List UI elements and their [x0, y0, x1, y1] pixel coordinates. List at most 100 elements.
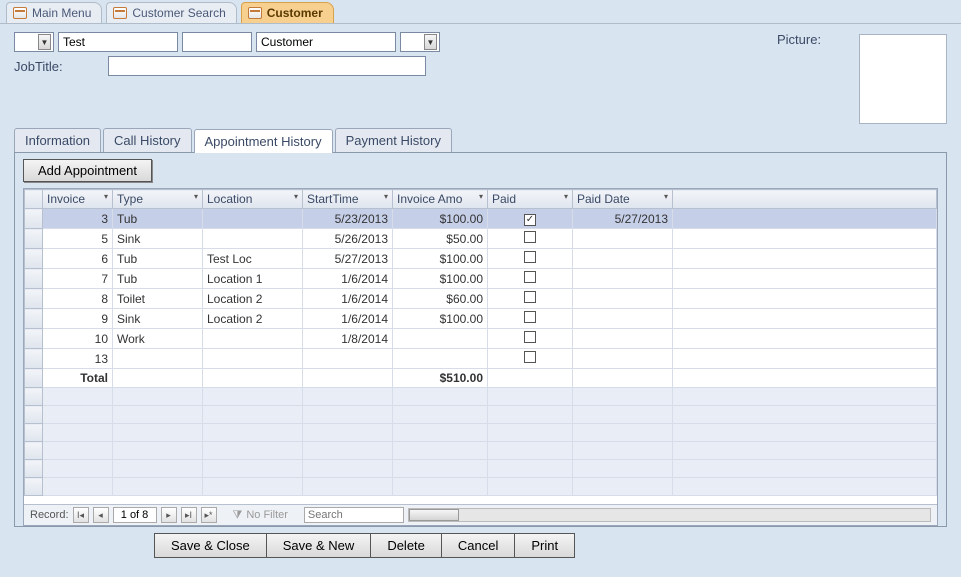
cell-invoice[interactable]: 8	[43, 289, 113, 309]
col-invoice-amount[interactable]: Invoice Amo▾	[393, 190, 488, 209]
save-close-button[interactable]: Save & Close	[154, 533, 266, 558]
cell-amount[interactable]: $100.00	[393, 209, 488, 229]
row-selector[interactable]	[25, 349, 43, 369]
row-selector[interactable]	[25, 289, 43, 309]
cell-paid-date[interactable]	[573, 269, 673, 289]
cell-amount[interactable]: $50.00	[393, 229, 488, 249]
cell-paid[interactable]	[488, 349, 573, 369]
row-selector[interactable]	[25, 269, 43, 289]
cell-starttime[interactable]: 5/26/2013	[303, 229, 393, 249]
cell-paid[interactable]	[488, 249, 573, 269]
cell-location[interactable]	[203, 229, 303, 249]
tab-call-history[interactable]: Call History	[103, 128, 191, 152]
cell-type[interactable]	[113, 349, 203, 369]
cell-amount[interactable]: $100.00	[393, 269, 488, 289]
table-row[interactable]: 9SinkLocation 21/6/2014$100.00	[25, 309, 937, 329]
cell-type[interactable]: Sink	[113, 309, 203, 329]
cell-starttime[interactable]: 1/6/2014	[303, 269, 393, 289]
doc-tab-customer[interactable]: Customer	[241, 2, 334, 23]
cell-paid-date[interactable]	[573, 309, 673, 329]
horizontal-scrollbar[interactable]	[408, 508, 931, 522]
nav-last-button[interactable]: ▸I	[181, 507, 197, 523]
job-title-input[interactable]	[108, 56, 426, 76]
cell-location[interactable]	[203, 349, 303, 369]
nav-first-button[interactable]: I◂	[73, 507, 89, 523]
cell-invoice[interactable]: 3	[43, 209, 113, 229]
checkbox-icon[interactable]	[524, 291, 536, 303]
col-invoice[interactable]: Invoice▾	[43, 190, 113, 209]
cell-type[interactable]: Sink	[113, 229, 203, 249]
cell-paid[interactable]	[488, 309, 573, 329]
select-all-corner[interactable]	[25, 190, 43, 209]
table-row[interactable]: 6TubTest Loc5/27/2013$100.00	[25, 249, 937, 269]
row-selector[interactable]	[25, 309, 43, 329]
checkbox-icon[interactable]	[524, 251, 536, 263]
cell-starttime[interactable]: 5/23/2013	[303, 209, 393, 229]
nav-new-button[interactable]: ▸*	[201, 507, 217, 523]
cell-location[interactable]	[203, 329, 303, 349]
table-row[interactable]: 10Work 1/8/2014	[25, 329, 937, 349]
checkbox-icon[interactable]	[524, 231, 536, 243]
cell-starttime[interactable]: 1/6/2014	[303, 289, 393, 309]
cell-type[interactable]: Tub	[113, 209, 203, 229]
cell-starttime[interactable]	[303, 349, 393, 369]
cell-amount[interactable]: $100.00	[393, 249, 488, 269]
tab-information[interactable]: Information	[14, 128, 101, 152]
print-button[interactable]: Print	[514, 533, 575, 558]
doc-tab-main-menu[interactable]: Main Menu	[6, 2, 102, 23]
checkbox-icon[interactable]	[524, 331, 536, 343]
checkbox-icon[interactable]	[524, 311, 536, 323]
record-position-input[interactable]	[113, 507, 157, 523]
cell-amount[interactable]: $60.00	[393, 289, 488, 309]
cell-type[interactable]: Tub	[113, 249, 203, 269]
cell-location[interactable]: Location 1	[203, 269, 303, 289]
cell-paid-date[interactable]: 5/27/2013	[573, 209, 673, 229]
first-name-input[interactable]	[58, 32, 178, 52]
row-selector[interactable]	[25, 249, 43, 269]
doc-tab-customer-search[interactable]: Customer Search	[106, 2, 236, 23]
cancel-button[interactable]: Cancel	[441, 533, 514, 558]
nav-prev-button[interactable]: ◂	[93, 507, 109, 523]
cell-invoice[interactable]: 10	[43, 329, 113, 349]
cell-paid[interactable]	[488, 209, 573, 229]
tab-appointment-history[interactable]: Appointment History	[194, 129, 333, 153]
table-row[interactable]: 7TubLocation 11/6/2014$100.00	[25, 269, 937, 289]
col-location[interactable]: Location▾	[203, 190, 303, 209]
cell-type[interactable]: Toilet	[113, 289, 203, 309]
cell-type[interactable]: Work	[113, 329, 203, 349]
prefix-combo[interactable]: ▼	[14, 32, 54, 52]
grid-search-input[interactable]	[304, 507, 404, 523]
col-paid-date[interactable]: Paid Date▾	[573, 190, 673, 209]
cell-location[interactable]	[203, 209, 303, 229]
suffix-combo[interactable]: ▼	[400, 32, 440, 52]
table-row[interactable]: 8ToiletLocation 21/6/2014$60.00	[25, 289, 937, 309]
col-paid[interactable]: Paid▾	[488, 190, 573, 209]
col-starttime[interactable]: StartTime▾	[303, 190, 393, 209]
picture-box[interactable]	[859, 34, 947, 124]
delete-button[interactable]: Delete	[370, 533, 441, 558]
cell-location[interactable]: Location 2	[203, 309, 303, 329]
cell-paid[interactable]	[488, 289, 573, 309]
table-row[interactable]: 3Tub 5/23/2013$100.00 5/27/2013	[25, 209, 937, 229]
cell-invoice[interactable]: 13	[43, 349, 113, 369]
cell-invoice[interactable]: 6	[43, 249, 113, 269]
cell-paid-date[interactable]	[573, 249, 673, 269]
cell-starttime[interactable]: 5/27/2013	[303, 249, 393, 269]
checkbox-icon[interactable]	[524, 271, 536, 283]
cell-location[interactable]: Location 2	[203, 289, 303, 309]
save-new-button[interactable]: Save & New	[266, 533, 371, 558]
table-row[interactable]: 13	[25, 349, 937, 369]
cell-paid-date[interactable]	[573, 329, 673, 349]
add-appointment-button[interactable]: Add Appointment	[23, 159, 152, 182]
cell-paid-date[interactable]	[573, 289, 673, 309]
last-name-input[interactable]	[256, 32, 396, 52]
cell-starttime[interactable]: 1/8/2014	[303, 329, 393, 349]
row-selector[interactable]	[25, 229, 43, 249]
cell-type[interactable]: Tub	[113, 269, 203, 289]
cell-amount[interactable]: $100.00	[393, 309, 488, 329]
cell-starttime[interactable]: 1/6/2014	[303, 309, 393, 329]
nav-next-button[interactable]: ▸	[161, 507, 177, 523]
cell-location[interactable]: Test Loc	[203, 249, 303, 269]
cell-invoice[interactable]: 7	[43, 269, 113, 289]
checkbox-icon[interactable]	[524, 214, 536, 226]
